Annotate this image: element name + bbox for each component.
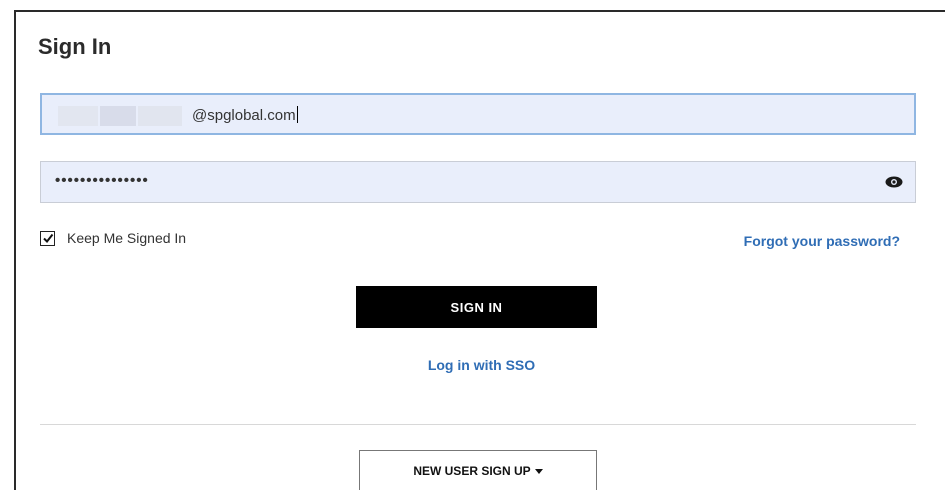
email-field[interactable]: @spglobal.com	[40, 93, 916, 135]
sso-login-link: Log in with SSO	[16, 357, 945, 373]
sso-link-text[interactable]: Log in with SSO	[428, 357, 535, 373]
redacted-block	[58, 106, 98, 126]
redacted-block	[138, 106, 182, 126]
new-user-signup-button[interactable]: NEW USER SIGN UP	[359, 450, 597, 490]
password-field[interactable]: •••••••••••••••	[40, 161, 916, 203]
caret-down-icon	[534, 468, 543, 474]
page-title: Sign In	[38, 34, 112, 59]
divider	[40, 424, 916, 425]
checkmark-icon[interactable]	[40, 230, 55, 246]
email-value: @spglobal.com	[192, 106, 298, 124]
forgot-password-link[interactable]: Forgot your password?	[744, 233, 900, 249]
sign-in-button[interactable]: SIGN IN	[356, 286, 597, 328]
password-value: •••••••••••••••	[55, 172, 149, 189]
redacted-block	[100, 106, 136, 126]
text-caret	[296, 106, 298, 123]
keep-signed-in-checkbox[interactable]: Keep Me Signed In	[40, 230, 186, 246]
new-user-signup-label: NEW USER SIGN UP	[413, 464, 531, 478]
sign-in-card: Sign In @spglobal.com ••••••••••••••• Ke…	[14, 10, 945, 490]
eye-icon[interactable]	[885, 175, 903, 189]
keep-signed-in-label: Keep Me Signed In	[67, 230, 187, 246]
